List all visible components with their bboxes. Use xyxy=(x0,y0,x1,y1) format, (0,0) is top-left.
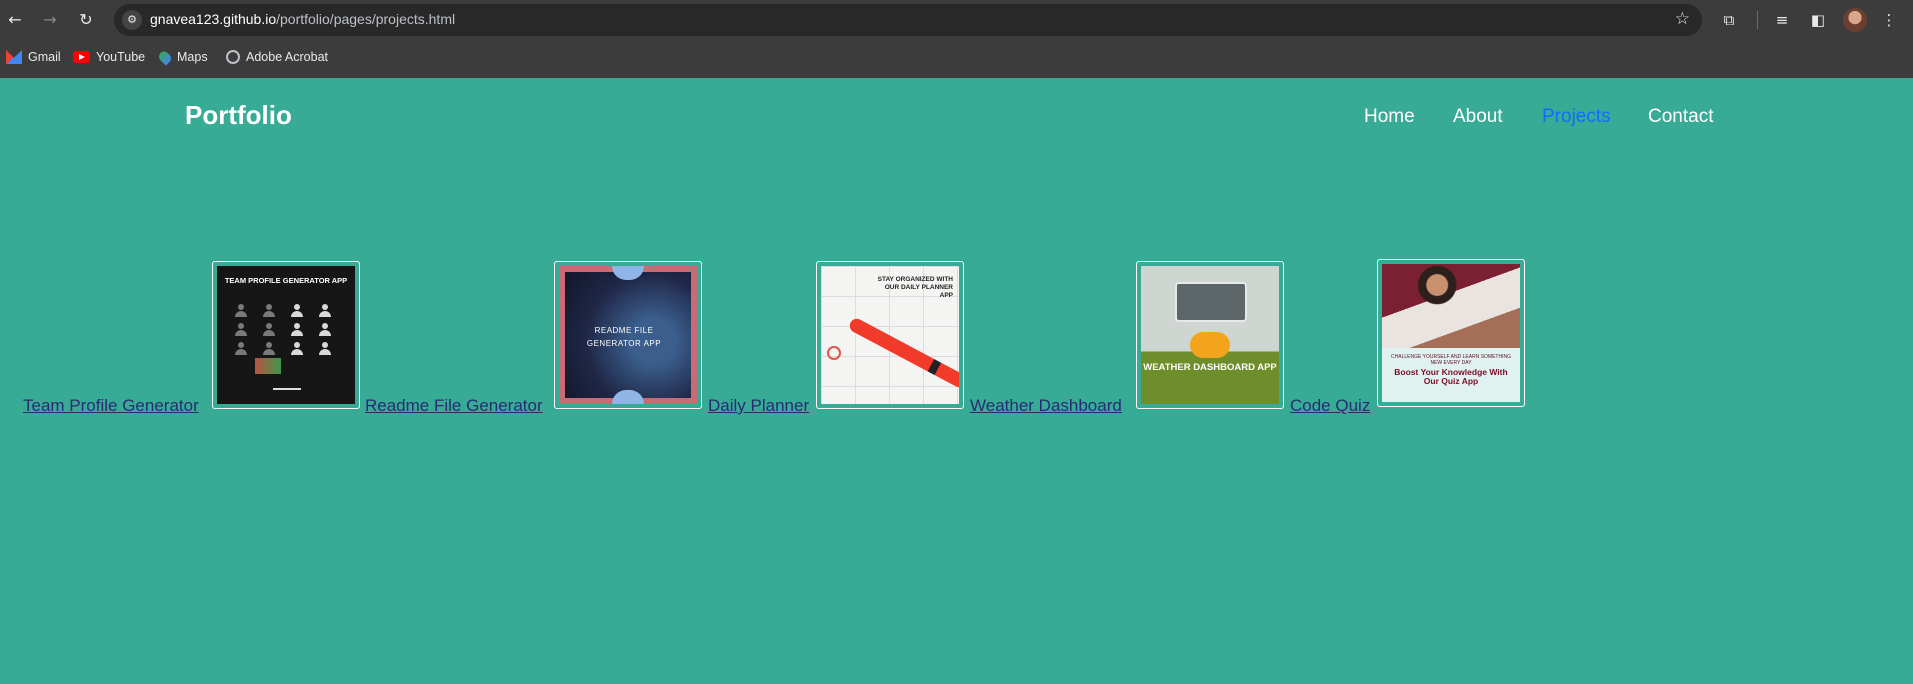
thumb-photo xyxy=(1382,264,1520,348)
youtube-icon xyxy=(73,51,90,63)
bookmark-gmail[interactable]: Gmail xyxy=(6,48,61,66)
bookmark-label: Maps xyxy=(177,50,208,64)
url-text[interactable]: gnavea123.github.io/portfolio/pages/proj… xyxy=(150,11,455,27)
nav-contact[interactable]: Contact xyxy=(1648,106,1728,128)
nav-home[interactable]: Home xyxy=(1364,106,1453,128)
maps-icon xyxy=(156,48,174,66)
thumb-title: TEAM PROFILE GENERATOR APP xyxy=(224,276,348,285)
person-icon xyxy=(291,323,303,336)
bookmark-maps[interactable]: Maps xyxy=(156,48,208,66)
browser-toolbar: ← → ↻ ⚙ gnavea123.github.io/portfolio/pa… xyxy=(0,0,1913,40)
thumb-image: WEATHER DASHBOARD APP xyxy=(1141,266,1279,404)
person-icon xyxy=(263,323,275,336)
bookmark-adobe-acrobat[interactable]: Adobe Acrobat xyxy=(226,48,328,66)
profile-avatar[interactable] xyxy=(1843,8,1867,32)
page-content: Portfolio Home About Projects Contact Te… xyxy=(0,78,1913,684)
bookmark-label: Adobe Acrobat xyxy=(246,50,329,64)
thumb-image: CHALLENGE YOURSELF AND LEARN SOMETHING N… xyxy=(1382,264,1520,402)
person-icon xyxy=(235,304,247,317)
site-info-icon[interactable]: ⚙ xyxy=(122,10,142,30)
project-link-code-quiz[interactable]: Code Quiz xyxy=(1290,396,1370,416)
project-link-weather-dashboard[interactable]: Weather Dashboard xyxy=(970,396,1122,416)
thumb-image: README FILE GENERATOR APP xyxy=(559,266,697,404)
sun-badge xyxy=(1190,332,1230,358)
reading-list-icon[interactable]: ≡ xyxy=(1771,9,1793,31)
thumb-title: STAY ORGANIZED WITH OUR DAILY PLANNER AP… xyxy=(877,276,953,299)
bookmarks-bar: Gmail YouTube Maps Adobe Acrobat xyxy=(0,44,1913,70)
side-panel-icon[interactable]: ◧ xyxy=(1807,9,1829,31)
project-link-readme-file-generator[interactable]: Readme File Generator xyxy=(365,396,543,416)
phone-image xyxy=(1175,282,1247,322)
extensions-icon[interactable]: ⧉ xyxy=(1718,9,1740,31)
person-icon xyxy=(235,323,247,336)
person-icon xyxy=(319,342,331,355)
project-thumb-code-quiz[interactable]: CHALLENGE YOURSELF AND LEARN SOMETHING N… xyxy=(1377,259,1525,407)
browser-chrome: ← → ↻ ⚙ gnavea123.github.io/portfolio/pa… xyxy=(0,0,1913,78)
bookmark-label: YouTube xyxy=(96,50,146,64)
thumb-image: STAY ORGANIZED WITH OUR DAILY PLANNER AP… xyxy=(821,266,959,404)
menu-icon[interactable]: ⋮ xyxy=(1878,9,1900,31)
person-icon xyxy=(319,304,331,317)
thumb-subtitle: CHALLENGE YOURSELF AND LEARN SOMETHING N… xyxy=(1391,354,1511,366)
person-icon xyxy=(263,304,275,317)
accent-bar xyxy=(273,388,301,390)
person-icon xyxy=(319,323,331,336)
project-thumb-team-profile-generator[interactable]: TEAM PROFILE GENERATOR APP xyxy=(212,261,360,409)
nav-projects[interactable]: Projects xyxy=(1542,106,1648,128)
bookmark-label: Gmail xyxy=(28,50,61,64)
nav-about[interactable]: About xyxy=(1453,106,1542,128)
thumb-image: TEAM PROFILE GENERATOR APP xyxy=(217,266,355,404)
gmail-icon xyxy=(6,50,22,64)
people-grid xyxy=(231,304,335,355)
person-icon xyxy=(235,342,247,355)
back-icon[interactable]: ← xyxy=(4,9,26,31)
project-thumb-weather-dashboard[interactable]: WEATHER DASHBOARD APP xyxy=(1136,261,1284,409)
project-thumb-daily-planner[interactable]: STAY ORGANIZED WITH OUR DAILY PLANNER AP… xyxy=(816,261,964,409)
thumb-title: Boost Your Knowledge With Our Quiz App xyxy=(1394,367,1508,386)
globe-icon xyxy=(226,50,240,64)
person-icon xyxy=(291,304,303,317)
person-icon xyxy=(263,342,275,355)
bookmark-star-icon[interactable]: ☆ xyxy=(1675,9,1690,29)
forward-icon[interactable]: → xyxy=(39,9,61,31)
project-link-daily-planner[interactable]: Daily Planner xyxy=(708,396,809,416)
accent-shape xyxy=(255,358,281,374)
project-thumb-readme-file-generator[interactable]: README FILE GENERATOR APP xyxy=(554,261,702,409)
thumb-title: README FILE GENERATOR APP xyxy=(586,326,662,348)
site-nav: Home About Projects Contact xyxy=(1364,106,1728,128)
site-brand[interactable]: Portfolio xyxy=(185,100,292,131)
date-circle xyxy=(827,346,841,360)
bookmark-youtube[interactable]: YouTube xyxy=(73,48,145,66)
toolbar-divider xyxy=(1757,11,1758,29)
address-bar[interactable]: ⚙ gnavea123.github.io/portfolio/pages/pr… xyxy=(114,4,1702,36)
reload-icon[interactable]: ↻ xyxy=(75,9,97,31)
thumb-title: WEATHER DASHBOARD APP xyxy=(1143,362,1277,373)
person-icon xyxy=(291,342,303,355)
project-link-team-profile-generator[interactable]: Team Profile Generator xyxy=(23,396,199,416)
